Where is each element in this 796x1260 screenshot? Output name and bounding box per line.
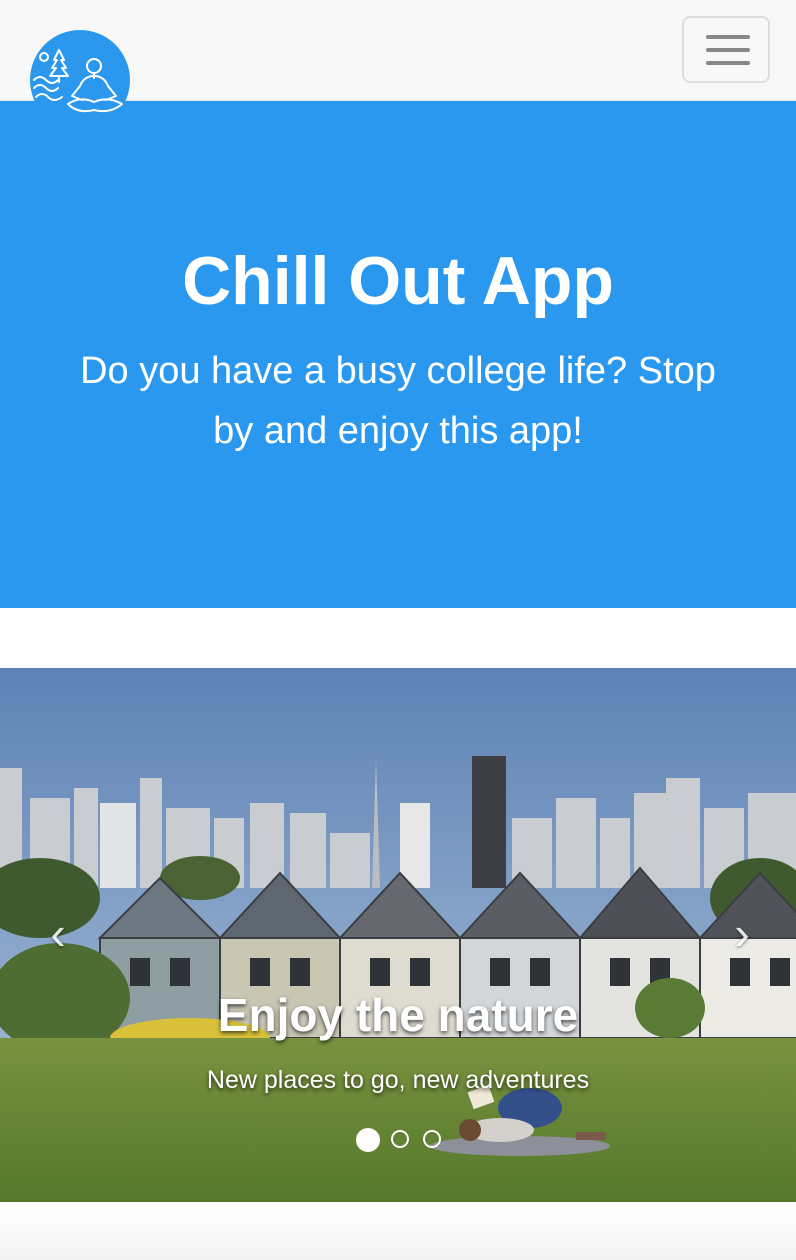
page-content-start — [0, 1202, 796, 1260]
carousel-indicator-1[interactable] — [356, 1128, 380, 1152]
carousel-next-button[interactable]: › — [722, 908, 762, 958]
hamburger-bar — [706, 61, 750, 65]
carousel-indicator-2[interactable] — [391, 1130, 409, 1148]
hamburger-bar — [706, 35, 750, 39]
carousel-prev-button[interactable]: ‹ — [38, 908, 78, 958]
chevron-right-icon: › — [734, 907, 750, 959]
image-carousel[interactable]: ‹ › Enjoy the nature New places to go, n… — [0, 668, 796, 1202]
hero-title: Chill Out App — [182, 243, 614, 319]
logo[interactable] — [30, 30, 130, 130]
carousel-indicators — [356, 1128, 446, 1154]
hero-subtitle: Do you have a busy college life? Stop by… — [80, 350, 716, 452]
hero-jumbotron: Chill Out App Do you have a busy college… — [0, 101, 796, 608]
navbar-toggle-button[interactable] — [682, 16, 770, 83]
chevron-left-icon: ‹ — [50, 907, 66, 959]
carousel-indicator-3[interactable] — [423, 1130, 441, 1148]
painted-ladies-photo — [0, 668, 796, 1202]
carousel-caption-subtitle: New places to go, new adventures — [206, 1066, 590, 1094]
hamburger-bar — [706, 48, 750, 52]
carousel-caption-title: Enjoy the nature — [217, 989, 579, 1041]
meditation-logo-icon — [33, 49, 123, 113]
